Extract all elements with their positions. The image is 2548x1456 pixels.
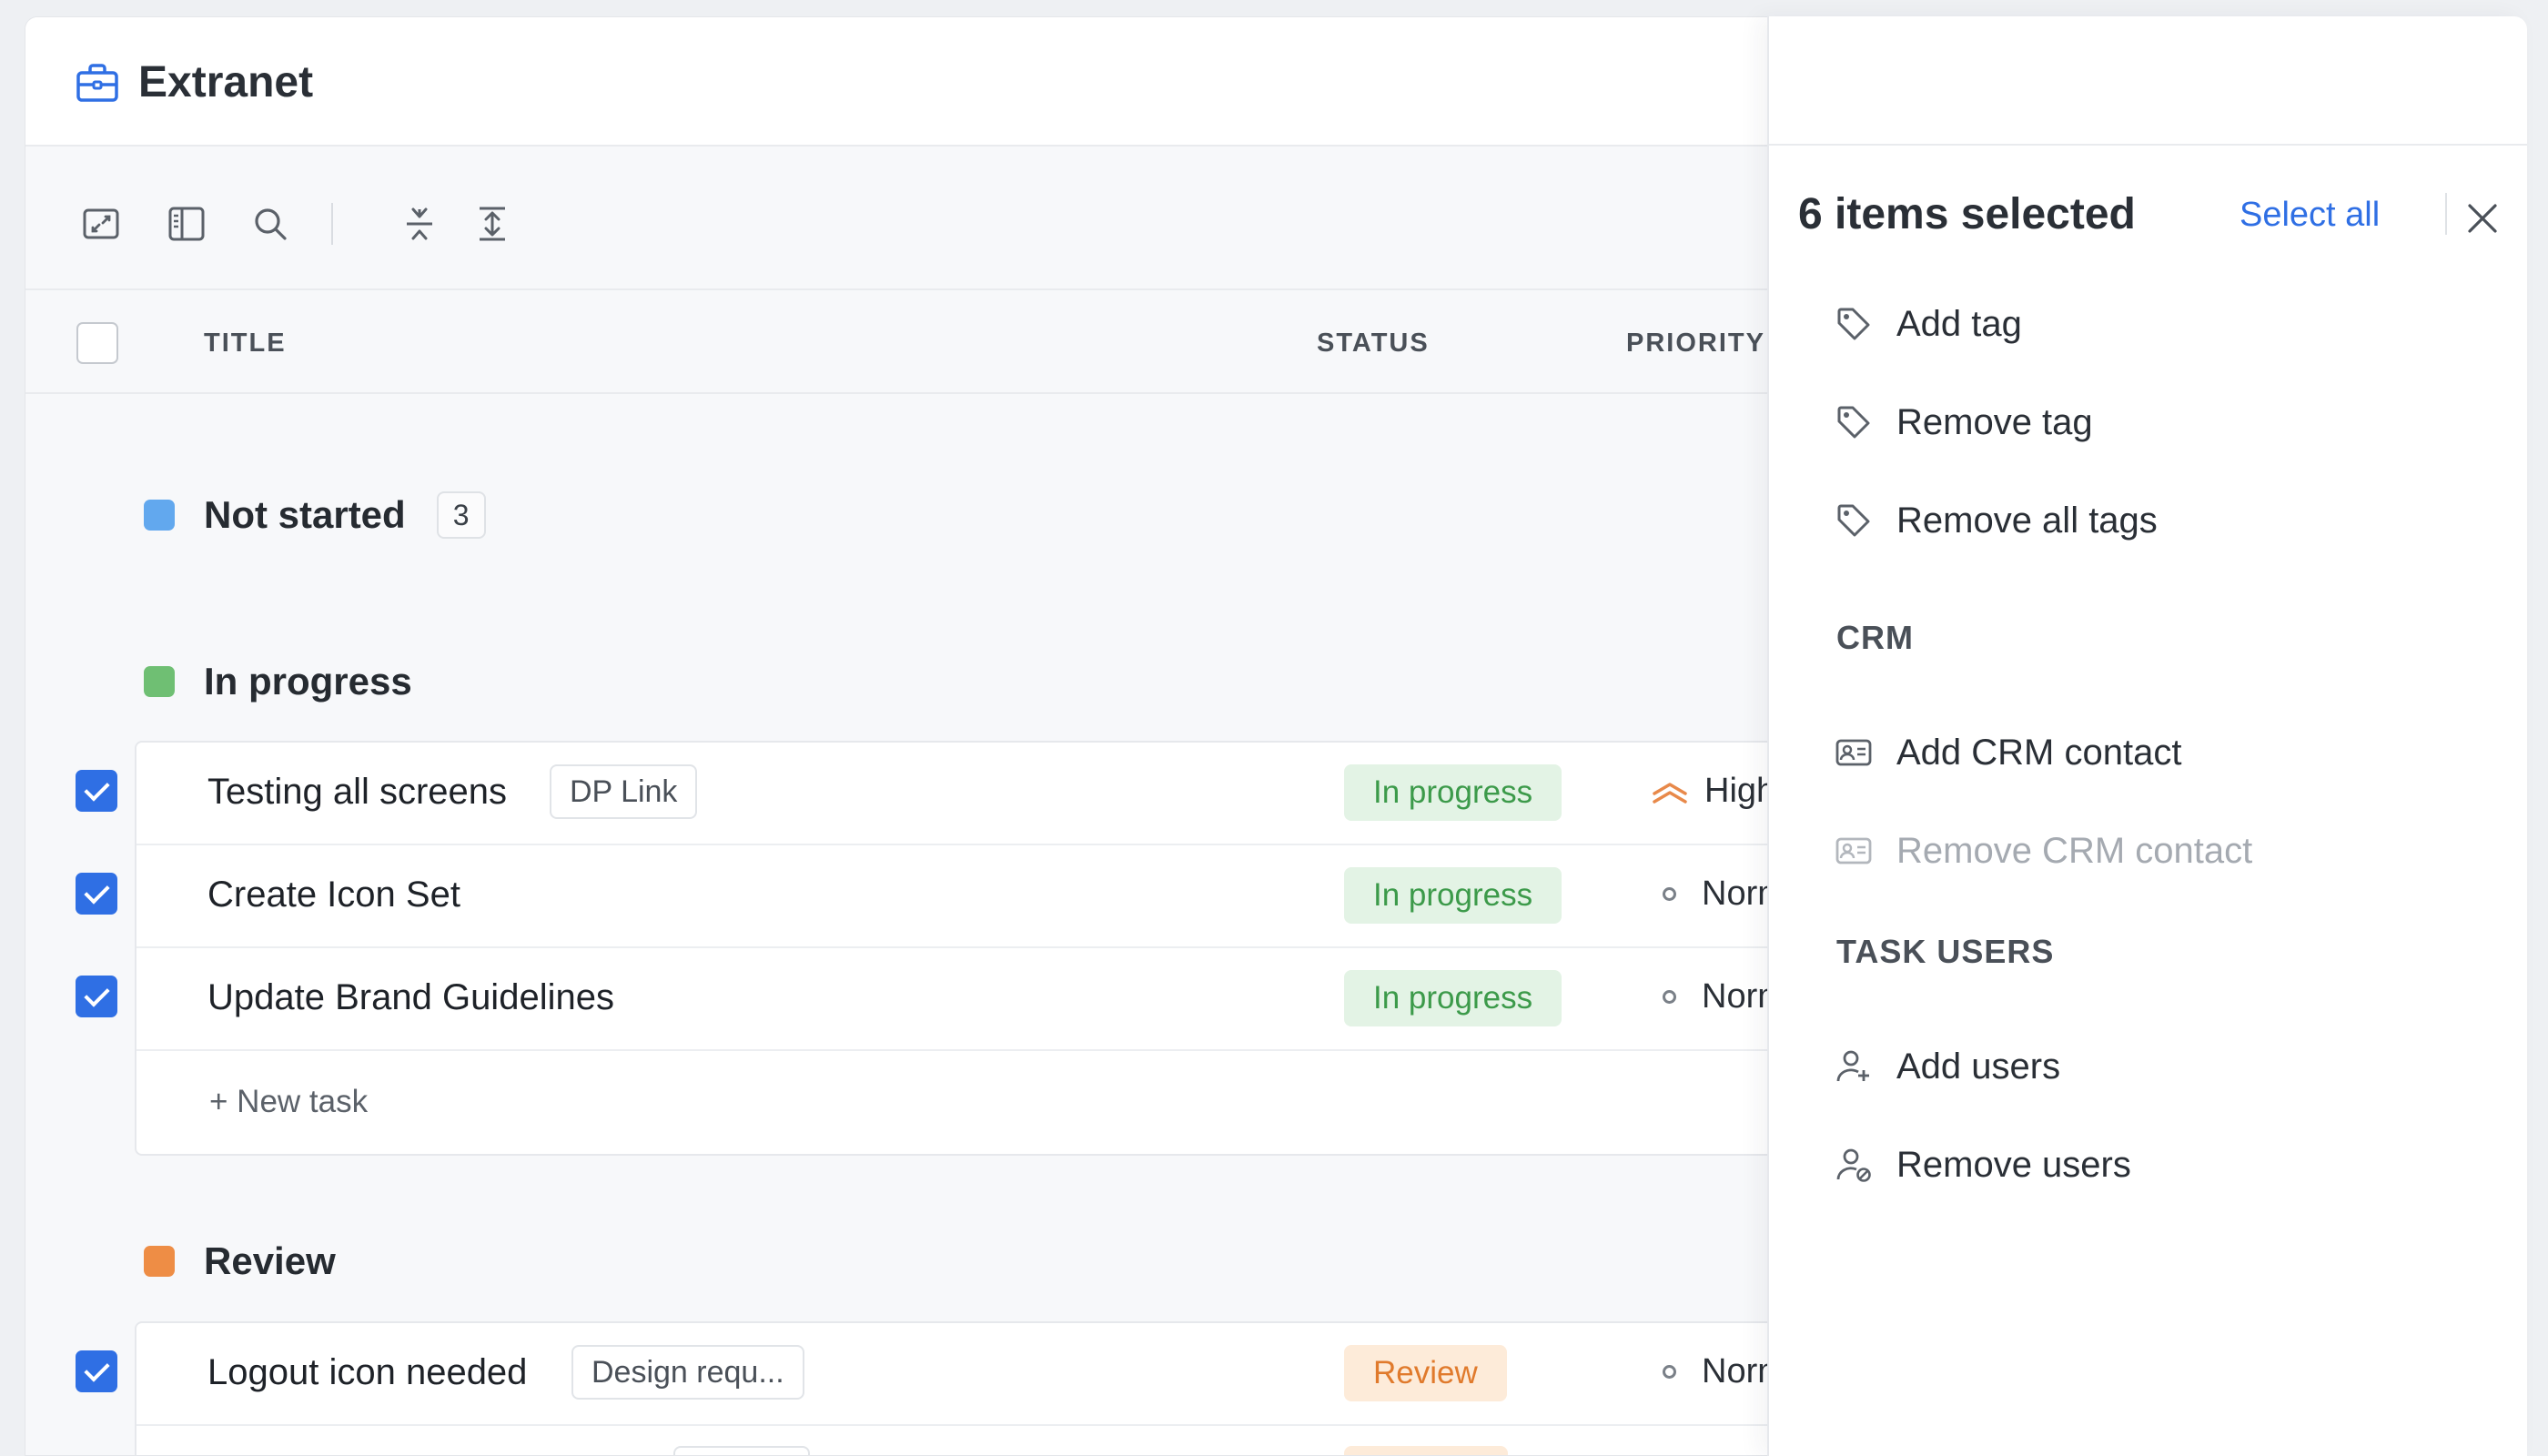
row-checkbox[interactable] [76,770,117,812]
search-button[interactable] [249,203,291,245]
task-list-review: Logout icon needed Design requ... Review… [135,1321,1946,1455]
task-tag[interactable]: DP Link [550,764,698,819]
expand-all-icon [480,207,505,241]
sidebar-toggle-button[interactable] [166,203,207,245]
select-all-link[interactable]: Select all [2240,196,2380,235]
column-header-priority[interactable]: PRIORITY [1626,329,1765,359]
add-tag-button[interactable]: Add tag [1835,297,2022,351]
task-list-in-progress: Testing all screens DP Link In progress … [135,741,1946,1156]
group-name: Not started [204,493,406,536]
close-icon[interactable] [2462,198,2502,238]
remove-users-button[interactable]: Remove users [1835,1138,2131,1192]
expand-icon [83,208,119,239]
sidebar-icon [168,207,205,241]
bulk-actions-panel: 6 items selected Select all Add tag Remo… [1767,16,2527,1456]
menu-item-label: Remove all tags [1896,500,2158,541]
toolbar-divider [331,203,333,245]
remove-user-icon [1835,1146,1873,1184]
group-in-progress[interactable]: In progress [144,654,412,709]
group-name: In progress [204,660,412,703]
group-color-dot [144,1246,175,1277]
remove-crm-contact-button[interactable]: Remove CRM contact [1835,824,2252,878]
menu-item-label: Add tag [1896,303,2022,344]
menu-item-label: Add users [1896,1046,2061,1087]
status-badge[interactable]: In progress [1344,867,1562,924]
group-count-badge: 3 [436,491,486,539]
panel-header-bar [1769,16,2527,146]
menu-item-label: Remove users [1896,1144,2131,1185]
fullscreen-button[interactable] [80,203,122,245]
task-tag[interactable] [673,1446,810,1455]
collapse-all-button[interactable] [399,203,440,245]
menu-item-label: Add CRM contact [1896,732,2182,773]
app-title: Extranet [138,58,314,106]
row-checkbox[interactable] [76,873,117,915]
column-header-status[interactable]: STATUS [1317,329,1430,359]
briefcase-icon [76,64,118,102]
expand-all-button[interactable] [471,203,513,245]
table-row[interactable]: Testing all screens DP Link In progress … [136,743,1946,845]
row-checkbox[interactable] [76,1350,117,1392]
add-crm-contact-button[interactable]: Add CRM contact [1835,725,2181,780]
group-review[interactable]: Review [144,1234,336,1289]
group-not-started[interactable]: Not started 3 [144,488,486,542]
group-color-dot [144,500,175,531]
table-row[interactable]: Update Brand Guidelines In progress Norm… [136,948,1946,1051]
new-task-row[interactable]: + New task [136,1051,1946,1154]
collapse-icon [407,207,432,240]
table-row[interactable]: Create Icon Set In progress Normal [136,845,1946,948]
remove-tag-button[interactable]: Remove tag [1835,395,2093,450]
menu-item-label: Remove tag [1896,401,2093,442]
section-label-crm: CRM [1836,619,1914,656]
normal-priority-icon [1663,990,1676,1004]
group-name: Review [204,1239,336,1282]
contact-card-icon [1835,733,1873,772]
high-priority-icon [1653,782,1687,804]
task-tag[interactable]: Design requ... [571,1345,804,1400]
table-row[interactable] [136,1426,1946,1455]
add-user-icon [1835,1047,1873,1086]
table-row[interactable]: Logout icon needed Design requ... Review… [136,1323,1946,1426]
search-icon [255,208,287,240]
priority-label: High [1704,772,1776,810]
task-title[interactable]: Update Brand Guidelines [207,977,614,1018]
row-checkbox[interactable] [76,976,117,1017]
panel-divider [2445,193,2447,235]
tag-icon [1835,501,1873,540]
task-title[interactable]: Logout icon needed [207,1352,527,1393]
task-title[interactable]: Create Icon Set [207,875,460,915]
select-all-checkbox[interactable] [76,322,118,364]
status-badge[interactable]: Review [1344,1345,1507,1401]
menu-item-label: Remove CRM contact [1896,830,2253,871]
tag-icon [1835,403,1873,441]
contact-card-icon [1835,832,1873,870]
remove-all-tags-button[interactable]: Remove all tags [1835,493,2158,548]
new-task-button[interactable]: + New task [209,1084,368,1120]
group-color-dot [144,666,175,697]
task-title[interactable]: Testing all screens [207,772,507,813]
add-users-button[interactable]: Add users [1835,1039,2060,1094]
status-badge[interactable] [1344,1446,1508,1455]
selection-count: 6 items selected [1798,190,2136,238]
tag-icon [1835,305,1873,343]
section-label-task-users: TASK USERS [1836,933,2055,970]
normal-priority-icon [1663,887,1676,901]
status-badge[interactable]: In progress [1344,970,1562,1026]
priority-cell[interactable]: High [1652,772,1775,811]
status-badge[interactable]: In progress [1344,764,1562,821]
normal-priority-icon [1663,1365,1676,1379]
column-header-title[interactable]: TITLE [204,329,287,359]
